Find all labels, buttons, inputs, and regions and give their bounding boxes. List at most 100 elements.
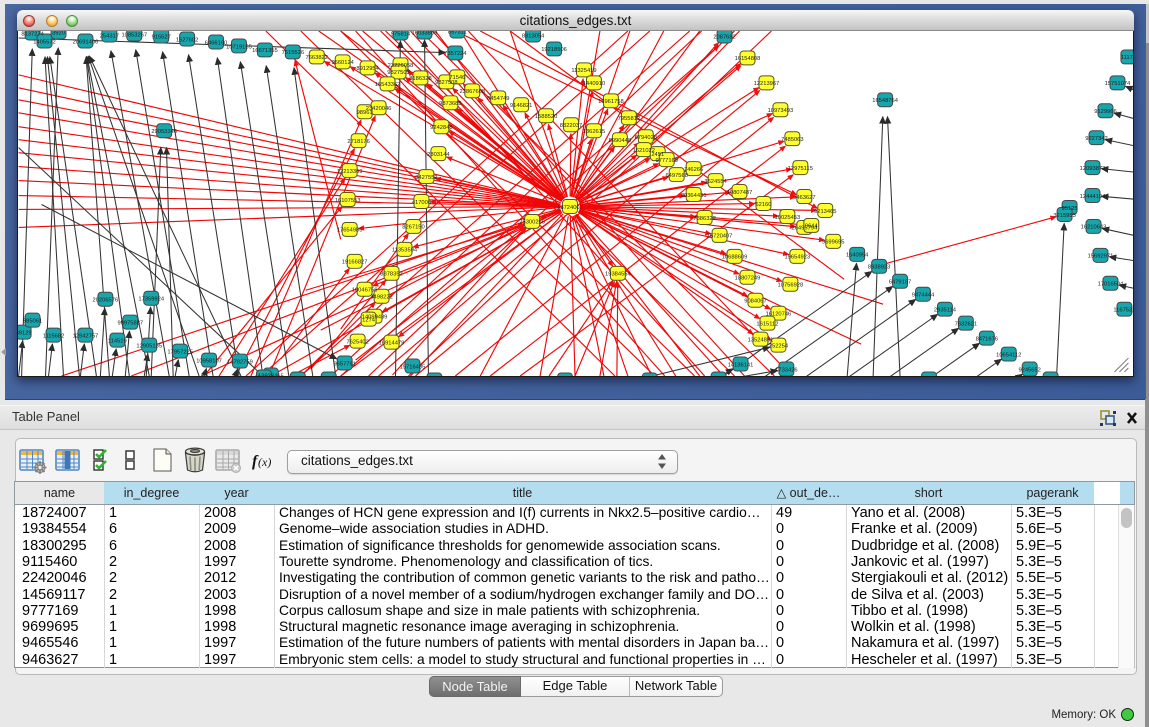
svg-text:16782759: 16782759: [227, 359, 253, 365]
svg-text:9699695: 9699695: [822, 240, 844, 246]
svg-text:16120746: 16120746: [766, 311, 792, 317]
svg-text:15716485: 15716485: [400, 364, 426, 370]
svg-text:62160: 62160: [755, 202, 771, 208]
svg-text:10025453: 10025453: [775, 215, 801, 221]
svg-text:11174: 11174: [1121, 55, 1134, 61]
svg-text:15692971: 15692971: [1088, 254, 1114, 260]
svg-text:9146821: 9146821: [510, 103, 532, 109]
svg-text:11353594: 11353594: [392, 248, 418, 254]
svg-text:12213967: 12213967: [754, 81, 780, 87]
svg-text:10654112: 10654112: [996, 352, 1021, 358]
svg-text:9777169: 9777169: [656, 158, 678, 164]
svg-text:1527602: 1527602: [176, 37, 198, 43]
svg-text:12093873: 12093873: [1080, 166, 1106, 172]
svg-text:9213465: 9213465: [814, 209, 836, 215]
svg-text:16961758: 16961758: [598, 99, 624, 105]
svg-text:417006: 417006: [412, 200, 431, 206]
svg-text:7357224: 7357224: [444, 51, 467, 57]
svg-text:99975887: 99975887: [117, 320, 143, 326]
svg-text:17654985: 17654985: [337, 228, 363, 234]
svg-text:16543362: 16543362: [375, 82, 401, 88]
svg-text:10756928: 10756928: [778, 283, 804, 289]
svg-text:9827503: 9827503: [387, 70, 409, 76]
svg-text:19218506: 19218506: [541, 47, 567, 53]
svg-text:95125: 95125: [1062, 206, 1078, 212]
svg-text:20364436: 20364436: [681, 193, 707, 199]
svg-text:9245652: 9245652: [1018, 367, 1040, 373]
svg-text:23867608: 23867608: [459, 89, 485, 95]
svg-text:8454749: 8454749: [487, 96, 509, 102]
svg-text:9227342: 9227342: [1085, 136, 1107, 142]
svg-text:15751074: 15751074: [1105, 81, 1131, 87]
svg-text:8878352: 8878352: [380, 272, 402, 278]
svg-text:7955812: 7955812: [618, 116, 640, 122]
svg-text:39129: 39129: [17, 330, 32, 336]
svg-text:1440910: 1440910: [583, 81, 605, 87]
svg-text:19384554: 19384554: [605, 272, 631, 278]
svg-text:12905135: 12905135: [136, 343, 162, 349]
svg-text:1274: 1274: [362, 317, 376, 323]
svg-text:915527: 915527: [152, 34, 171, 40]
svg-text:23226058: 23226058: [388, 63, 414, 69]
svg-text:10853267: 10853267: [121, 32, 147, 38]
svg-text:10046756: 10046756: [352, 288, 378, 294]
svg-text:10688609: 10688609: [722, 255, 748, 261]
svg-text:2718176: 2718176: [347, 139, 369, 145]
svg-text:6497568: 6497568: [665, 173, 687, 179]
svg-text:10973493: 10973493: [768, 108, 794, 114]
svg-text:16914479: 16914479: [379, 340, 405, 346]
svg-text:114519: 114519: [108, 338, 127, 344]
svg-text:16671355: 16671355: [252, 48, 278, 54]
svg-text:9463627: 9463627: [793, 195, 815, 201]
svg-text:9657791: 9657791: [333, 361, 355, 367]
svg-text:8471676: 8471676: [976, 336, 998, 342]
svg-text:19166827: 19166827: [342, 260, 368, 266]
svg-text:7386322: 7386322: [693, 216, 715, 222]
svg-text:1733426: 1733426: [775, 367, 797, 373]
svg-text:7515526: 7515526: [282, 50, 304, 56]
svg-text:7663822: 7663822: [306, 55, 328, 61]
svg-text:16107553: 16107553: [335, 198, 361, 204]
svg-text:8186328: 8186328: [409, 76, 431, 82]
svg-text:985061: 985061: [23, 318, 42, 324]
svg-text:8990448: 8990448: [609, 138, 631, 144]
svg-text:3624554: 3624554: [704, 179, 727, 185]
svg-text:17957225: 17957225: [167, 349, 193, 355]
svg-text:10807487: 10807487: [727, 190, 753, 196]
svg-text:9474444: 9474444: [912, 293, 935, 299]
svg-text:8322037: 8322037: [560, 123, 582, 129]
svg-text:9873685: 9873685: [439, 101, 461, 107]
svg-text:(x): (x): [258, 455, 271, 469]
svg-text:14136141: 14136141: [728, 362, 754, 368]
svg-text:9129966: 9129966: [1094, 109, 1116, 115]
svg-text:17359924: 17359924: [138, 297, 164, 303]
svg-text:17016504: 17016504: [1098, 282, 1124, 288]
svg-text:1588520: 1588520: [535, 114, 557, 120]
svg-text:3215953: 3215953: [1053, 213, 1075, 219]
svg-text:2935114: 2935114: [934, 307, 957, 313]
svg-text:152346: 152346: [254, 375, 273, 377]
svg-text:12975115: 12975115: [788, 166, 813, 172]
svg-text:29053346: 29053346: [151, 129, 177, 135]
svg-text:9084067: 9084067: [744, 299, 766, 305]
svg-text:3498222: 3498222: [370, 295, 392, 301]
svg-text:16548764: 16548764: [872, 98, 898, 104]
svg-text:1167531: 1167531: [1113, 307, 1134, 313]
svg-text:1362615: 1362615: [583, 129, 605, 135]
svg-text:6794028: 6794028: [635, 135, 657, 141]
svg-text:98961: 98961: [357, 110, 373, 116]
svg-text:1405572: 1405572: [33, 39, 55, 45]
svg-text:9660124: 9660124: [331, 60, 354, 66]
svg-text:20691406: 20691406: [73, 39, 99, 45]
svg-text:12444194: 12444194: [1080, 194, 1106, 200]
svg-text:2087682: 2087682: [713, 34, 735, 40]
svg-text:1615112: 1615112: [756, 321, 778, 327]
svg-text:7625402: 7625402: [346, 339, 368, 345]
svg-text:8938923: 8938923: [868, 265, 890, 271]
svg-text:2803144: 2803144: [427, 152, 450, 158]
svg-text:6479197: 6479197: [889, 280, 911, 286]
svg-text:25300285: 25300285: [519, 220, 545, 226]
svg-text:10958107: 10958107: [196, 358, 222, 364]
svg-text:9242848: 9242848: [430, 125, 452, 131]
svg-text:16210643: 16210643: [1081, 225, 1107, 231]
